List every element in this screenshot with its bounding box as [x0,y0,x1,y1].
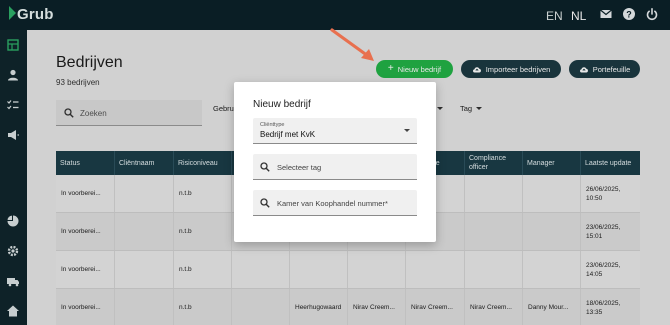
new-company-dialog: Nieuw bedrijf Cliënttype Bedrijf met KvK… [234,82,436,242]
tag-select[interactable]: Selecteer tag [253,154,417,180]
chevron-down-icon [404,129,410,132]
search-icon [260,162,270,172]
search-icon [260,198,270,208]
dialog-title: Nieuw bedrijf [253,99,311,110]
kvk-number-field[interactable]: Kamer van Koophandel nummer* [253,190,417,216]
tag-placeholder: Selecteer tag [277,163,322,172]
kvk-placeholder: Kamer van Koophandel nummer* [277,199,388,208]
clienttype-value: Bedrijf met KvK [260,130,316,139]
clienttype-select[interactable]: Cliënttype Bedrijf met KvK [253,118,417,144]
annotation-arrow-icon [330,28,374,61]
clienttype-label: Cliënttype [260,122,285,128]
